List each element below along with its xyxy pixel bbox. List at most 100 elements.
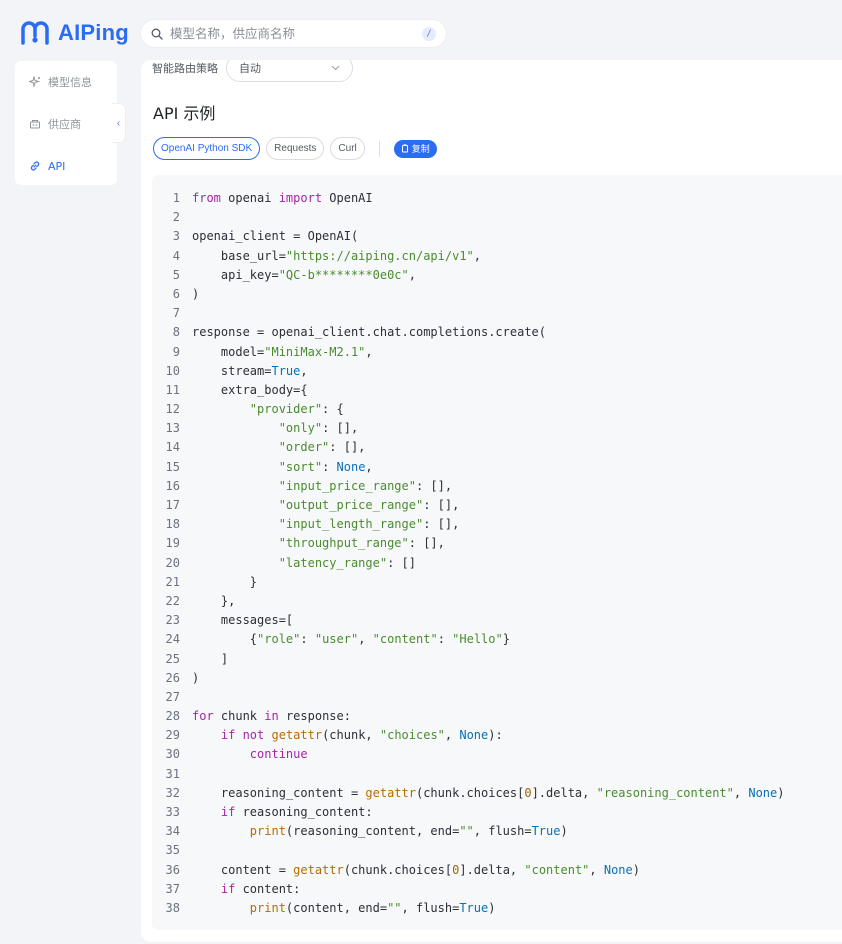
copy-icon <box>401 144 408 153</box>
code-text: } <box>192 574 258 589</box>
code-text: if content: <box>220 881 301 896</box>
code-text: "throughput_range": [], <box>278 536 445 551</box>
code-text: "sort": None, <box>278 459 373 474</box>
tab-requests[interactable]: Requests <box>266 137 325 160</box>
code-line: 17 "output_price_range": [], <box>152 496 842 515</box>
code-line: 20 "latency_range": [] <box>152 554 842 573</box>
code-text: {"role": "user", "content": "Hello"} <box>192 632 510 647</box>
tab-divider <box>378 140 380 157</box>
provider-icon <box>28 117 42 131</box>
code-line: 8 response = openai_client.chat.completio… <box>152 323 842 342</box>
line-number: 28 <box>165 709 180 724</box>
sparkle-icon <box>28 75 42 89</box>
sidebar-item-label: 模型信息 <box>48 76 92 89</box>
line-number: 10 <box>165 363 180 378</box>
code-line: 23 messages=[ <box>152 611 842 630</box>
code-line: 19 "throughput_range": [], <box>152 534 842 553</box>
sidebar-item-providers[interactable]: 供应商 <box>15 111 117 137</box>
code-line: 15 "sort": None, <box>152 458 842 477</box>
code-text: "provider": { <box>249 402 344 417</box>
line-number: 15 <box>165 459 180 474</box>
code-line: 35 <box>152 841 842 860</box>
code-text: continue <box>249 747 308 762</box>
code-text: }, <box>192 593 236 608</box>
code-text: for chunk in response: <box>192 709 351 724</box>
code-line: 33 if reasoning_content: <box>152 803 842 822</box>
routing-strategy-value: 自动 <box>239 62 261 75</box>
code-line: 37 if content: <box>152 880 842 899</box>
sidebar-collapse-button[interactable]: ‹ <box>112 103 126 143</box>
tab-openai-python-sdk[interactable]: OpenAI Python SDK <box>153 137 261 160</box>
line-number: 1 <box>172 191 180 205</box>
line-number: 34 <box>165 824 180 839</box>
line-number: 19 <box>165 536 180 551</box>
line-number: 18 <box>165 517 180 532</box>
code-text: model="MiniMax-M2.1", <box>192 344 373 359</box>
line-number: 8 <box>172 325 180 340</box>
code-line: 18 "input_length_range": [], <box>152 515 842 534</box>
sidebar: 模型信息 供应商 API <box>15 61 117 185</box>
code-line: 1 from openai import OpenAI <box>152 189 842 208</box>
search-shortcut-badge: / <box>422 26 436 41</box>
routing-strategy-label: 智能路由策略 <box>152 62 218 75</box>
routing-strategy-row: 智能路由策略 自动 <box>152 60 353 82</box>
copy-button[interactable]: 复制 <box>393 139 437 158</box>
code-line: 4 base_url="https://aiping.cn/api/v1", <box>152 247 842 266</box>
line-number: 31 <box>165 766 180 781</box>
code-block[interactable]: 1 from openai import OpenAI 2 3 openai_clien… <box>152 175 842 930</box>
line-number: 11 <box>165 382 180 397</box>
code-text: "input_price_range": [], <box>278 478 453 493</box>
code-text: ] <box>192 651 229 666</box>
line-number: 12 <box>165 402 180 417</box>
code-line: 10 stream=True, <box>152 362 842 381</box>
code-text: print(reasoning_content, end="", flush=T… <box>249 824 568 839</box>
line-number: 33 <box>165 805 180 819</box>
code-line: 6) <box>152 285 842 304</box>
code-text: ) <box>192 286 200 301</box>
code-line: 21 } <box>152 573 842 592</box>
routing-strategy-select[interactable]: 自动 <box>226 60 353 82</box>
code-line: 13 "only": [], <box>152 419 842 438</box>
search-input[interactable] <box>170 26 415 41</box>
code-text: print(content, end="", flush=True) <box>249 900 496 915</box>
code-text: "order": [], <box>278 440 366 455</box>
code-line: 34 print(reasoning_content, end="", flus… <box>152 822 842 841</box>
sidebar-item-label: 供应商 <box>48 118 81 131</box>
code-text: stream=True, <box>192 363 308 378</box>
line-number: 24 <box>165 632 180 647</box>
code-line: 29 if not getattr(chunk, "choices", None… <box>152 726 842 745</box>
line-number: 4 <box>172 248 180 263</box>
line-number: 22 <box>165 593 180 608</box>
tab-curl[interactable]: Curl <box>330 137 365 160</box>
search-bar[interactable]: / <box>140 19 447 48</box>
code-text: "latency_range": [] <box>278 555 416 570</box>
line-number: 26 <box>165 670 180 685</box>
code-line: 3 openai_client = OpenAI( <box>152 227 842 246</box>
code-text: response = openai_client.chat.completion… <box>192 325 547 340</box>
line-number: 13 <box>165 421 180 436</box>
code-line: 22 }, <box>152 592 842 611</box>
code-line: 28 for chunk in response: <box>152 707 842 726</box>
code-line: 11 extra_body={ <box>152 381 842 400</box>
code-text: from openai import OpenAI <box>192 191 373 205</box>
code-line: 25 ] <box>152 650 842 669</box>
code-line: 30 continue <box>152 745 842 764</box>
line-number: 17 <box>165 498 180 512</box>
code-text: ) <box>192 670 200 685</box>
app-logo[interactable]: AIPing <box>20 20 129 46</box>
chevron-left-icon: ‹ <box>116 117 121 129</box>
code-line: 24 {"role": "user", "content": "Hello"} <box>152 630 842 649</box>
code-line: 5 api_key="QC-b********0e0c", <box>152 266 842 285</box>
search-icon <box>151 28 163 40</box>
line-number: 23 <box>165 613 180 628</box>
line-number: 6 <box>172 286 180 301</box>
code-line: 2 <box>152 208 842 227</box>
sidebar-item-model-info[interactable]: 模型信息 <box>15 69 117 95</box>
code-line: 31 <box>152 765 842 784</box>
sidebar-item-api[interactable]: API <box>15 153 117 179</box>
code-line: 38 print(content, end="", flush=True) <box>152 899 842 918</box>
code-text: "input_length_range": [], <box>278 517 460 532</box>
line-number: 29 <box>165 728 180 743</box>
code-text: extra_body={ <box>192 382 308 397</box>
code-text: api_key="QC-b********0e0c", <box>192 267 416 282</box>
